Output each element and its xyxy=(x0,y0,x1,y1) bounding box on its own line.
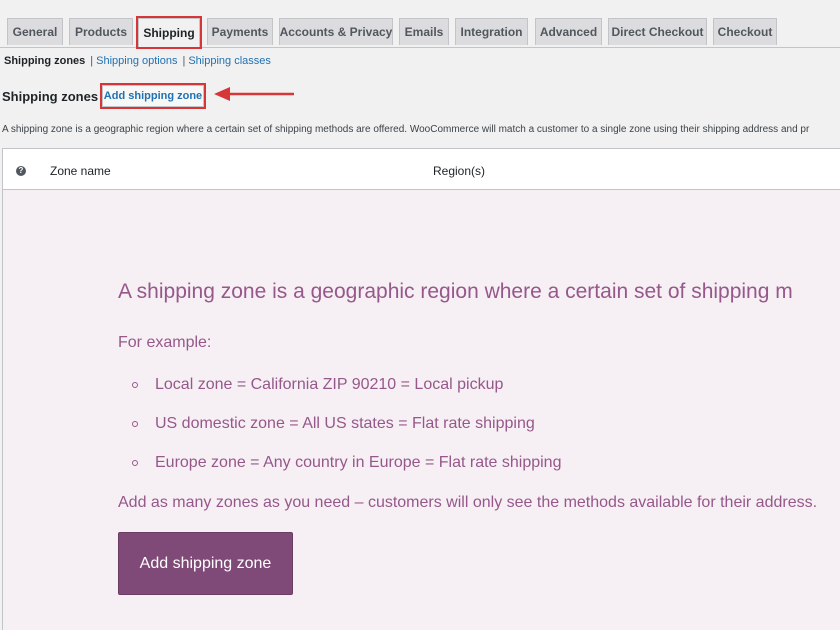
tab-products[interactable]: Products xyxy=(69,18,133,45)
column-regions: Region(s) xyxy=(433,164,486,178)
blank-state-title: A shipping zone is a geographic region w… xyxy=(118,280,793,303)
zones-description: A shipping zone is a geographic region w… xyxy=(2,124,810,135)
zones-table-header: ? Zone name Region(s) xyxy=(2,148,840,190)
example-item: Europe zone = Any country in Europe = Fl… xyxy=(155,454,562,471)
tab-emails[interactable]: Emails xyxy=(399,18,449,45)
subnav-shipping-zones[interactable]: Shipping zones xyxy=(4,55,85,67)
subnav-shipping-options[interactable]: Shipping options xyxy=(96,55,177,67)
shipping-subnav: Shipping zones | Shipping options | Shipping… xyxy=(4,55,271,67)
pointer-arrow-icon xyxy=(214,87,294,101)
bullet-icon xyxy=(132,382,138,388)
zones-blank-state: A shipping zone is a geographic region w… xyxy=(2,190,840,630)
help-icon[interactable]: ? xyxy=(16,166,26,176)
page-title: Shipping zones xyxy=(2,89,99,104)
tab-direct-checkout[interactable]: Direct Checkout xyxy=(608,18,707,45)
subnav-separator: | xyxy=(182,55,186,67)
tab-payments[interactable]: Payments xyxy=(207,18,273,45)
example-item: Local zone = California ZIP 90210 = Loca… xyxy=(155,376,504,393)
tab-shipping[interactable]: Shipping xyxy=(138,18,200,47)
add-shipping-zone-button[interactable]: Add shipping zone xyxy=(102,85,204,107)
bullet-icon xyxy=(132,460,138,466)
subnav-separator: | xyxy=(90,55,94,67)
example-item: US domestic zone = All US states = Flat … xyxy=(155,415,535,432)
tab-integration[interactable]: Integration xyxy=(455,18,528,45)
column-zone-name: Zone name xyxy=(50,164,111,178)
blank-state-footer: Add as many zones as you need – customer… xyxy=(118,494,818,511)
bullet-icon xyxy=(132,421,138,427)
tab-checkout[interactable]: Checkout xyxy=(713,18,777,45)
settings-tabs: General Products Shipping Payments Accou… xyxy=(0,0,840,48)
tab-advanced[interactable]: Advanced xyxy=(535,18,602,45)
add-shipping-zone-primary-button[interactable]: Add shipping zone xyxy=(118,532,293,595)
subnav-shipping-classes[interactable]: Shipping classes xyxy=(188,55,271,67)
tab-accounts-privacy[interactable]: Accounts & Privacy xyxy=(279,18,393,45)
for-example-label: For example: xyxy=(118,334,212,351)
tab-general[interactable]: General xyxy=(7,18,63,45)
